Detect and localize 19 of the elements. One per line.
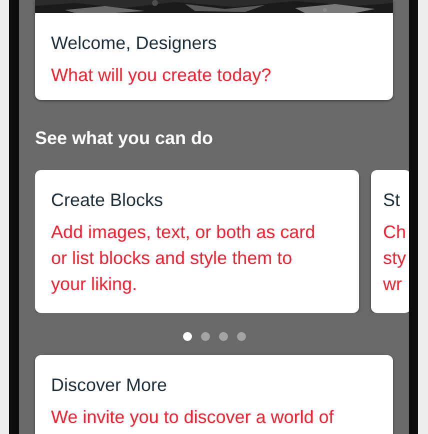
card-description: your liking. (51, 273, 138, 296)
section-title: See what you can do (35, 127, 214, 150)
page-dot[interactable] (182, 332, 192, 341)
card-title: Discover More (51, 374, 168, 397)
card-description: We invite you to discover a world of (51, 406, 335, 429)
card-title: Create Blocks (51, 189, 164, 212)
card-subtitle: What will you create today? (51, 64, 272, 87)
card-description: or list blocks and style them to (51, 247, 294, 270)
card-title: Welcome, Designers (51, 32, 218, 55)
page-dot[interactable] (236, 332, 246, 341)
card-description: sty (383, 247, 408, 270)
card-description: Add images, text, or both as card (51, 221, 316, 244)
card-description: wr (383, 273, 403, 296)
card-description: Ch (383, 221, 408, 244)
card-title: St (383, 189, 402, 212)
page-dot[interactable] (218, 332, 228, 341)
feature-card[interactable]: Create Blocks Add images, text, or both as card or list blocks and style them to your liking. (35, 170, 359, 313)
feature-card[interactable]: St Ch sty wr (371, 170, 409, 313)
page-dot[interactable] (200, 332, 210, 341)
